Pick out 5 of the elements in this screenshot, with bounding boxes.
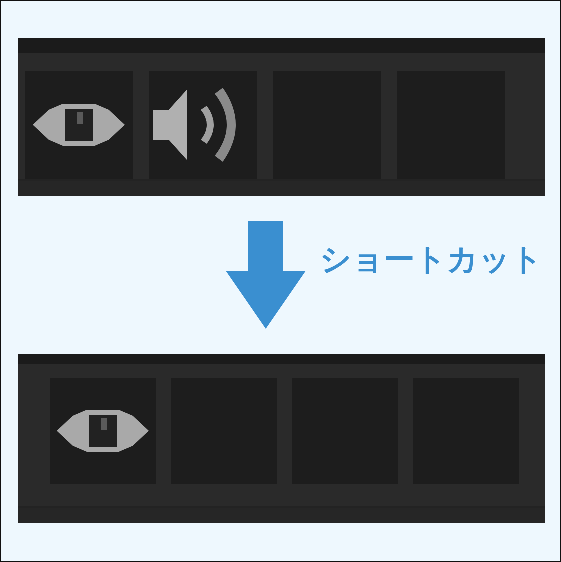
down-arrow-icon xyxy=(226,221,306,329)
slot[interactable] xyxy=(50,378,156,484)
shortcut-label: ショートカット xyxy=(320,241,543,280)
slot[interactable] xyxy=(24,71,132,179)
slot[interactable] xyxy=(148,71,256,179)
